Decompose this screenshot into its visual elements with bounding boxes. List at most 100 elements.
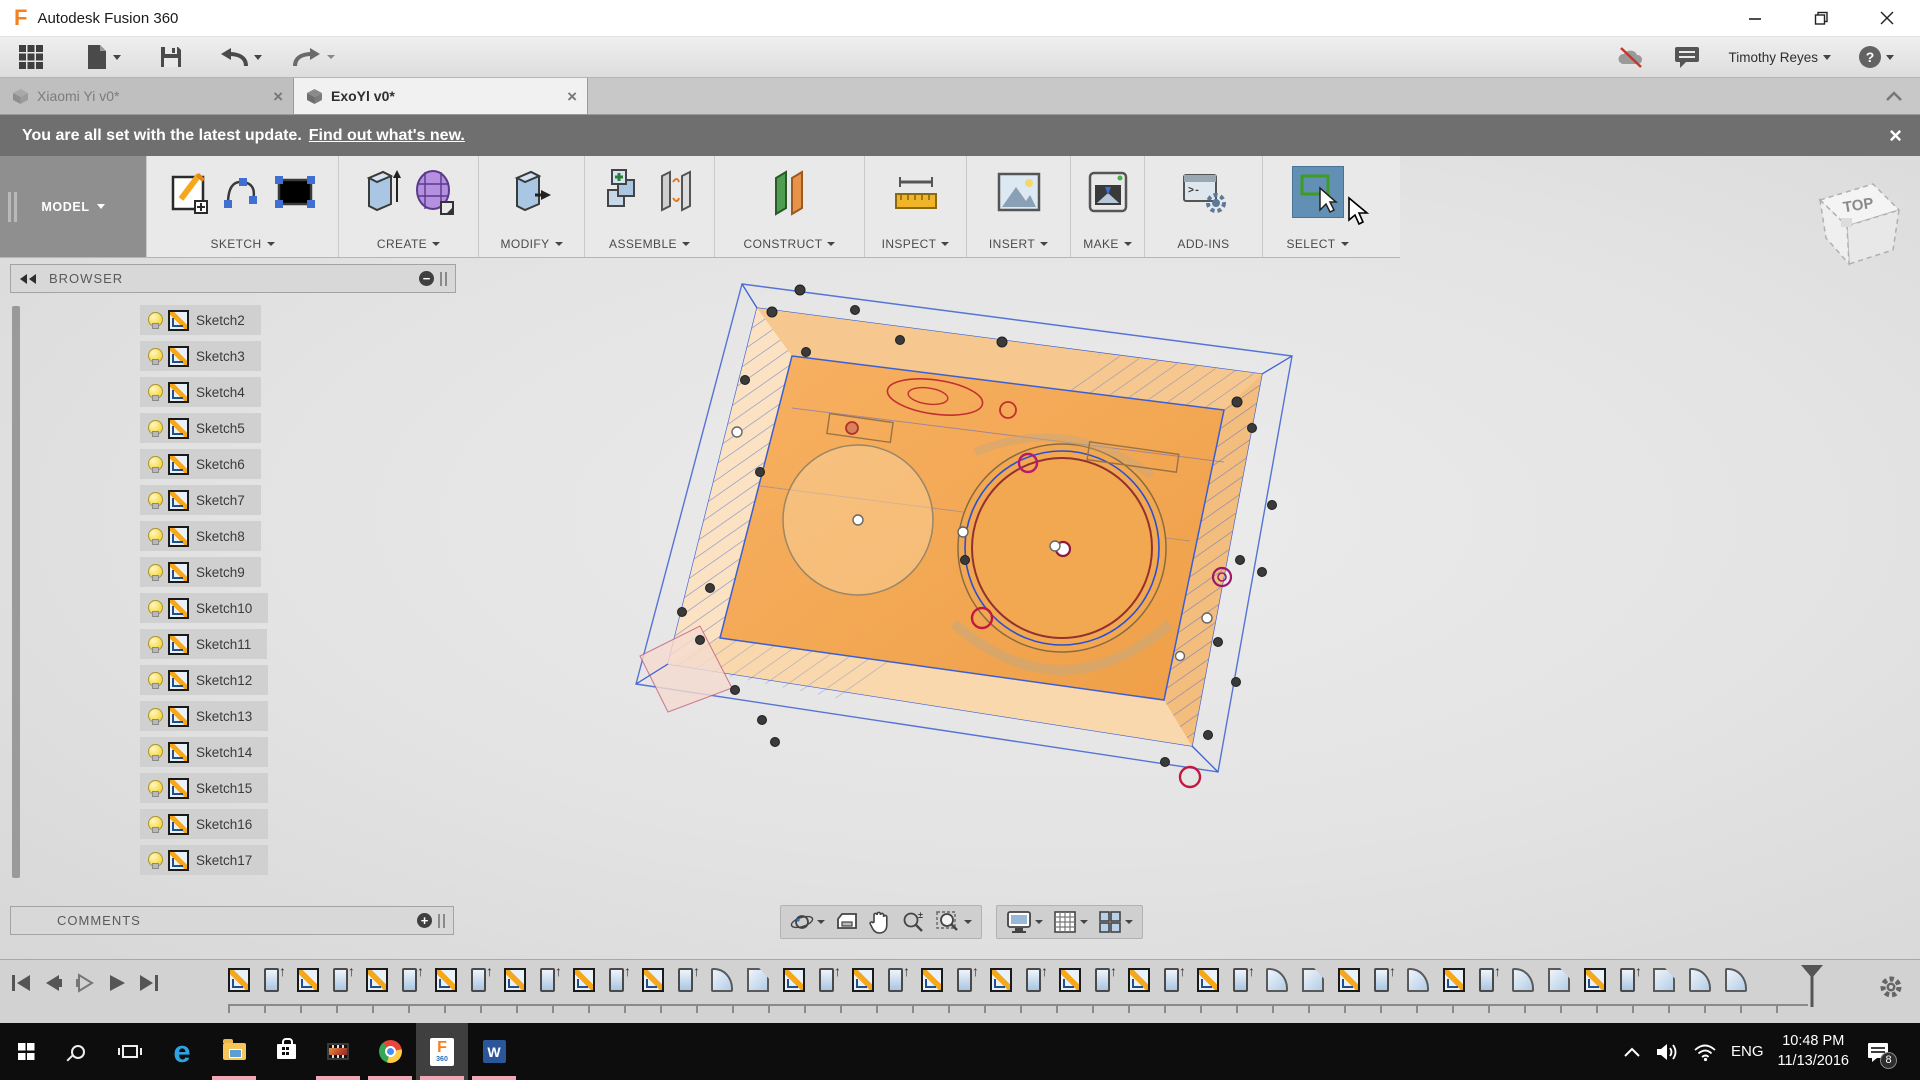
taskbar-item[interactable] [312, 1023, 364, 1080]
play-button[interactable] [106, 972, 128, 994]
browser-sketch-row[interactable]: Sketch4 [140, 377, 456, 407]
document-tab-exoyi[interactable]: ExoYl v0* × [294, 78, 588, 114]
timeline-feature-icon[interactable] [1266, 968, 1288, 992]
visibility-bulb-icon[interactable] [148, 456, 161, 473]
construct-plane-icon[interactable] [768, 168, 812, 216]
close-button[interactable] [1854, 0, 1920, 36]
redo-button[interactable] [282, 37, 345, 77]
tab-close-icon[interactable]: × [273, 88, 283, 105]
step-forward-button[interactable] [74, 972, 96, 994]
select-tool-button[interactable] [1292, 166, 1344, 218]
browser-sketch-row[interactable]: Sketch16 [140, 809, 456, 839]
comments-expand-icon[interactable]: + [417, 913, 432, 928]
timeline-feature-icon[interactable] [264, 968, 279, 992]
taskbar-item[interactable] [0, 1023, 52, 1080]
comments-header[interactable]: COMMENTS + [10, 906, 454, 935]
browser-sketch-row[interactable]: Sketch12 [140, 665, 456, 695]
browser-collapse-icon[interactable]: − [419, 271, 434, 286]
tray-chevron-up-icon[interactable] [1623, 1046, 1641, 1058]
visibility-bulb-icon[interactable] [148, 600, 161, 617]
timeline-feature-icon[interactable] [957, 968, 972, 992]
taskbar-item[interactable] [208, 1023, 260, 1080]
timeline-feature-icon[interactable] [1095, 968, 1110, 992]
browser-sketch-row[interactable]: Sketch2 [140, 305, 456, 335]
timeline-feature-icon[interactable] [573, 968, 595, 992]
timeline-feature-icon[interactable] [1197, 968, 1219, 992]
fit-button[interactable] [932, 908, 975, 936]
browser-sketch-row[interactable]: Sketch3 [140, 341, 456, 371]
panel-grip[interactable] [438, 914, 445, 928]
timeline-feature-icon[interactable] [1302, 968, 1324, 992]
visibility-bulb-icon[interactable] [148, 852, 161, 869]
form-icon[interactable] [413, 168, 455, 216]
timeline-feature-icon[interactable] [852, 968, 874, 992]
timeline-feature-icon[interactable] [711, 968, 733, 992]
joint-icon[interactable] [656, 168, 696, 216]
cad-model[interactable] [636, 284, 1292, 787]
visibility-bulb-icon[interactable] [148, 708, 161, 725]
timeline-feature-icon[interactable] [1620, 968, 1635, 992]
timeline-feature-icon[interactable] [1338, 968, 1360, 992]
visibility-bulb-icon[interactable] [148, 636, 161, 653]
step-back-button[interactable] [42, 972, 64, 994]
browser-sketch-row[interactable]: Sketch14 [140, 737, 456, 767]
3d-print-icon[interactable] [1085, 169, 1131, 215]
insert-image-icon[interactable] [996, 171, 1042, 213]
viewports-button[interactable] [1095, 908, 1136, 936]
offline-status-button[interactable] [1606, 46, 1656, 68]
timeline-feature-icon[interactable] [333, 968, 348, 992]
zoom-button[interactable]: ± [898, 908, 928, 936]
visibility-bulb-icon[interactable] [148, 672, 161, 689]
timeline-feature-icon[interactable] [1548, 968, 1570, 992]
timeline-feature-icon[interactable] [297, 968, 319, 992]
make-menu-button[interactable]: MAKE [1083, 237, 1132, 251]
timeline-feature-icon[interactable] [609, 968, 624, 992]
help-menu-button[interactable]: ? [1849, 46, 1904, 68]
app-grid-button[interactable] [8, 37, 54, 77]
taskbar-item[interactable]: W [468, 1023, 520, 1080]
collapse-left-icon[interactable] [19, 273, 37, 285]
collapse-panel-button[interactable] [1886, 78, 1920, 114]
timeline-ruler[interactable] [228, 1004, 1808, 1014]
visibility-bulb-icon[interactable] [148, 528, 161, 545]
pan-button[interactable] [866, 908, 894, 936]
press-pull-icon[interactable] [511, 168, 553, 216]
browser-sketch-row[interactable]: Sketch8 [140, 521, 456, 551]
timeline-feature-icon[interactable] [1233, 968, 1248, 992]
volume-icon[interactable] [1655, 1042, 1679, 1062]
visibility-bulb-icon[interactable] [148, 348, 161, 365]
go-to-end-button[interactable] [138, 972, 160, 994]
notification-close-icon[interactable]: × [1889, 125, 1902, 147]
timeline-feature-icon[interactable] [504, 968, 526, 992]
document-tab-xiaomi[interactable]: Xiaomi Yi v0* × [0, 78, 294, 114]
create-sketch-icon[interactable] [169, 169, 213, 215]
browser-sketch-row[interactable]: Sketch6 [140, 449, 456, 479]
timeline-feature-icon[interactable] [435, 968, 457, 992]
timeline-feature-icon[interactable] [1128, 968, 1150, 992]
taskbar-item[interactable] [364, 1023, 416, 1080]
timeline-feature-icon[interactable] [1479, 968, 1494, 992]
restore-button[interactable] [1788, 0, 1854, 36]
tab-close-icon[interactable]: × [567, 88, 577, 105]
timeline-settings-button[interactable] [1878, 974, 1904, 1005]
timeline-feature-icon[interactable] [228, 968, 250, 992]
timeline-feature-icon[interactable] [540, 968, 555, 992]
browser-sketch-row[interactable]: Sketch15 [140, 773, 456, 803]
file-menu-button[interactable] [76, 37, 131, 77]
grid-snap-button[interactable] [1050, 908, 1091, 936]
timeline-feature-icon[interactable] [1059, 968, 1081, 992]
browser-scrollbar[interactable] [12, 306, 20, 878]
rectangle-sketch-icon[interactable] [273, 172, 317, 212]
browser-sketch-row[interactable]: Sketch7 [140, 485, 456, 515]
visibility-bulb-icon[interactable] [148, 420, 161, 437]
timeline-feature-icon[interactable] [1443, 968, 1465, 992]
user-account-button[interactable]: Timothy Reyes [1718, 50, 1841, 65]
taskbar-item[interactable] [260, 1023, 312, 1080]
timeline-position-marker[interactable] [1800, 964, 1824, 1013]
viewcube[interactable]: TOP [1795, 168, 1915, 285]
browser-sketch-row[interactable]: Sketch13 [140, 701, 456, 731]
timeline-feature-icon[interactable] [678, 968, 693, 992]
minimize-button[interactable] [1722, 0, 1788, 36]
timeline-feature-icon[interactable] [1689, 968, 1711, 992]
select-menu-button[interactable]: SELECT [1286, 237, 1348, 251]
